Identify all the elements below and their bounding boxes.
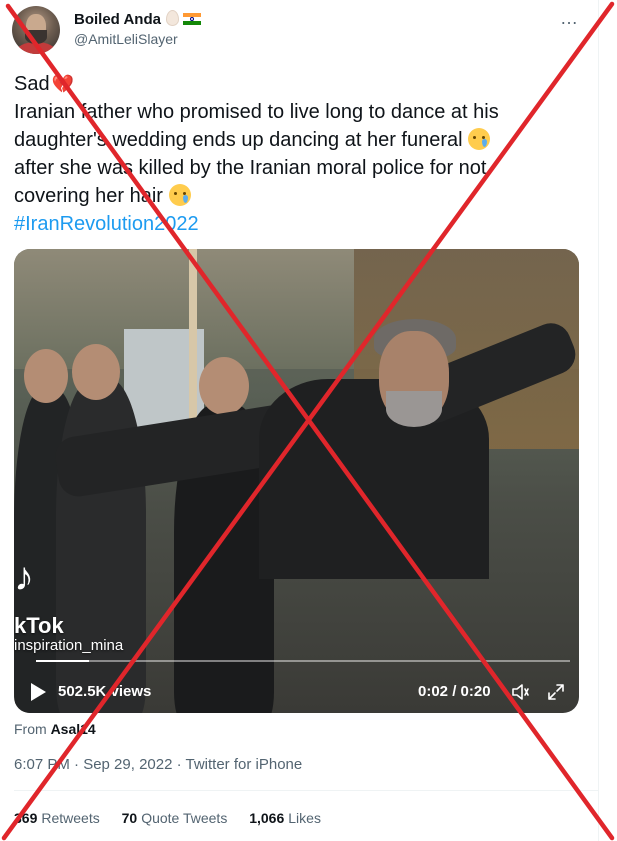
author-handle[interactable]: @AmitLeliSlayer bbox=[74, 31, 178, 47]
likes-stat[interactable]: 1,066 Likes bbox=[249, 810, 321, 826]
bystander-3-head bbox=[199, 357, 249, 415]
retweets-count: 369 bbox=[14, 810, 38, 826]
display-name-text: Boiled Anda bbox=[74, 11, 161, 28]
volume-icon[interactable] bbox=[510, 682, 530, 702]
holding-back-tears-icon bbox=[168, 184, 191, 206]
tweet-line-2: Iranian father who promised to live long… bbox=[14, 101, 499, 123]
egg-icon bbox=[165, 10, 179, 26]
retweets-label: Retweets bbox=[41, 810, 100, 826]
bystander-1-head bbox=[24, 349, 68, 403]
tweet-line-1: Sad 💔 bbox=[14, 73, 75, 95]
video-progress-bar[interactable] bbox=[36, 660, 570, 662]
more-options-icon[interactable]: … bbox=[560, 8, 579, 29]
timeline-border bbox=[598, 0, 599, 841]
video-progress-fill bbox=[36, 660, 90, 662]
broken-heart-icon: 💔 bbox=[51, 74, 75, 94]
source-account-link[interactable]: Asal14 bbox=[51, 721, 96, 737]
hashtag-link[interactable]: #IranRevolution2022 bbox=[14, 210, 599, 238]
video-player[interactable]: ♪ kTok inspiration_mina 502.5K views 0:0… bbox=[14, 249, 579, 713]
crying-face-icon bbox=[468, 128, 491, 150]
india-flag-icon bbox=[182, 13, 201, 25]
retweets-stat[interactable]: 369 Retweets bbox=[14, 810, 100, 826]
tweet-line-4: after she was killed by the Iranian mora… bbox=[14, 157, 487, 179]
author-display-name[interactable]: Boiled Anda bbox=[74, 10, 201, 28]
tweet-timestamp[interactable]: 6:07 PM · Sep 29, 2022 · Twitter for iPh… bbox=[14, 756, 302, 773]
tweet-line-3: daughter's wedding ends up dancing at he… bbox=[14, 126, 599, 154]
tiktok-logo-icon: ♪ bbox=[14, 555, 34, 599]
media-source: From Asal14 bbox=[14, 721, 96, 737]
video-time: 0:02 / 0:20 bbox=[418, 683, 491, 700]
bystander-2-head bbox=[72, 344, 120, 400]
avatar-beard bbox=[25, 30, 47, 44]
tweet-line-5: covering her hair bbox=[14, 182, 599, 210]
engagement-stats: 369 Retweets 70 Quote Tweets 1,066 Likes bbox=[14, 810, 339, 826]
dancer-beard bbox=[386, 391, 442, 427]
from-label: From bbox=[14, 721, 47, 737]
avatar[interactable] bbox=[12, 6, 60, 54]
quotes-label: Quote Tweets bbox=[141, 810, 228, 826]
tiktok-brand-text: kTok bbox=[14, 613, 64, 638]
view-count: 502.5K views bbox=[58, 683, 152, 700]
tweet-text: Sad 💔 Iranian father who promised to live… bbox=[14, 70, 599, 238]
play-icon[interactable] bbox=[31, 683, 46, 701]
quote-tweets-stat[interactable]: 70 Quote Tweets bbox=[122, 810, 228, 826]
divider bbox=[14, 790, 599, 791]
fullscreen-icon[interactable] bbox=[546, 682, 566, 702]
likes-count: 1,066 bbox=[249, 810, 285, 826]
quotes-count: 70 bbox=[121, 810, 138, 826]
likes-label: Likes bbox=[288, 810, 321, 826]
tiktok-username: inspiration_mina bbox=[14, 637, 124, 654]
video-pole bbox=[189, 249, 197, 439]
